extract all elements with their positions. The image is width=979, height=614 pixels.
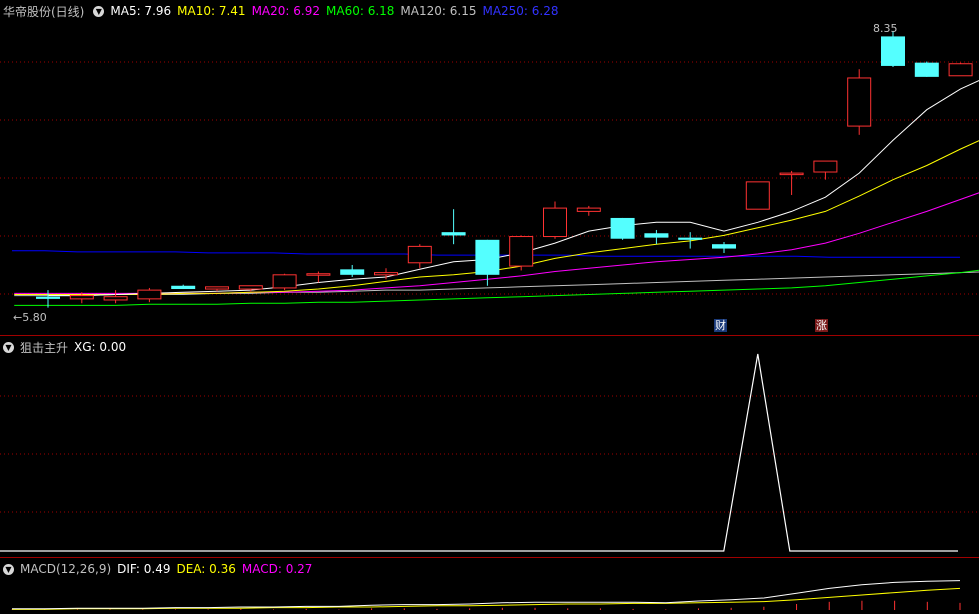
indicator-value: XG: 0.00 <box>74 340 127 354</box>
candle-body <box>475 239 500 275</box>
indicator-legend: ▼ 狙击主升 XG: 0.00 <box>0 339 132 355</box>
chevron-down-icon[interactable]: ▼ <box>93 5 105 17</box>
candle-body <box>881 36 905 66</box>
kline-chart[interactable] <box>0 0 979 336</box>
candle-body <box>576 207 601 212</box>
ma120-label: MA120: 6.15 <box>400 4 477 18</box>
candle-body <box>171 285 196 290</box>
limit-up-tag[interactable]: 涨 <box>815 319 828 332</box>
candle-body <box>36 296 60 299</box>
candle-body <box>678 237 703 240</box>
stock-title: 华帝股份(日线) <box>3 4 85 19</box>
kline-panel[interactable]: 华帝股份(日线) ▼ MA5: 7.96 MA10: 7.41 MA20: 6.… <box>0 0 979 336</box>
ma250-label: MA250: 6.28 <box>482 4 559 18</box>
macd-name: MACD(12,26,9) <box>20 562 112 576</box>
candle-body <box>509 236 534 267</box>
candle-body <box>238 285 263 290</box>
candle-body <box>712 244 736 249</box>
candle-body <box>340 269 365 275</box>
candle-body <box>137 289 162 300</box>
dif-line <box>12 580 961 610</box>
indicator-chart[interactable] <box>0 336 979 558</box>
low-price-label: ←5.80 <box>13 311 47 324</box>
candle-body <box>543 207 567 238</box>
chevron-down-icon[interactable]: ▼ <box>3 563 14 575</box>
candle-body <box>103 296 128 301</box>
candle-body <box>779 172 804 176</box>
candle-body <box>306 273 331 276</box>
ma10-label: MA10: 7.41 <box>177 4 246 18</box>
high-price-label: 8.35 <box>873 22 898 35</box>
xg-signal-line <box>0 353 958 552</box>
ma5-label: MA5: 7.96 <box>110 4 172 18</box>
main-legend: 华帝股份(日线) ▼ MA5: 7.96 MA10: 7.41 MA20: 6.… <box>0 3 565 19</box>
candle-body <box>745 181 770 210</box>
low-price-value: 5.80 <box>22 311 47 324</box>
candle-body <box>644 233 669 238</box>
candle-body <box>914 62 939 77</box>
ma60-label: MA60: 6.18 <box>326 4 395 18</box>
candle-body <box>69 295 94 300</box>
macd-dif: DIF: 0.49 <box>117 562 171 576</box>
candle-body <box>948 63 973 77</box>
candle-body <box>407 245 432 264</box>
candle-body <box>610 217 635 239</box>
macd-legend: ▼ MACD(12,26,9) DIF: 0.49 DEA: 0.36 MACD… <box>0 561 318 577</box>
macd-dea: DEA: 0.36 <box>176 562 236 576</box>
macd-value: MACD: 0.27 <box>241 562 313 576</box>
chevron-down-icon[interactable]: ▼ <box>3 341 14 353</box>
candle-body <box>374 272 398 276</box>
candle-body <box>441 232 466 236</box>
indicator-panel[interactable]: ▼ 狙击主升 XG: 0.00 <box>0 336 979 558</box>
candle-body <box>813 160 838 173</box>
ma20-label: MA20: 6.92 <box>251 4 320 18</box>
candle-body <box>205 286 229 290</box>
candle-body <box>847 77 872 127</box>
indicator-name: 狙击主升 <box>20 340 69 355</box>
candle-body <box>272 274 297 289</box>
dea-line <box>12 587 961 610</box>
macd-panel[interactable]: ▼ MACD(12,26,9) DIF: 0.49 DEA: 0.36 MACD… <box>0 558 979 614</box>
finance-tag[interactable]: 财 <box>714 319 727 332</box>
